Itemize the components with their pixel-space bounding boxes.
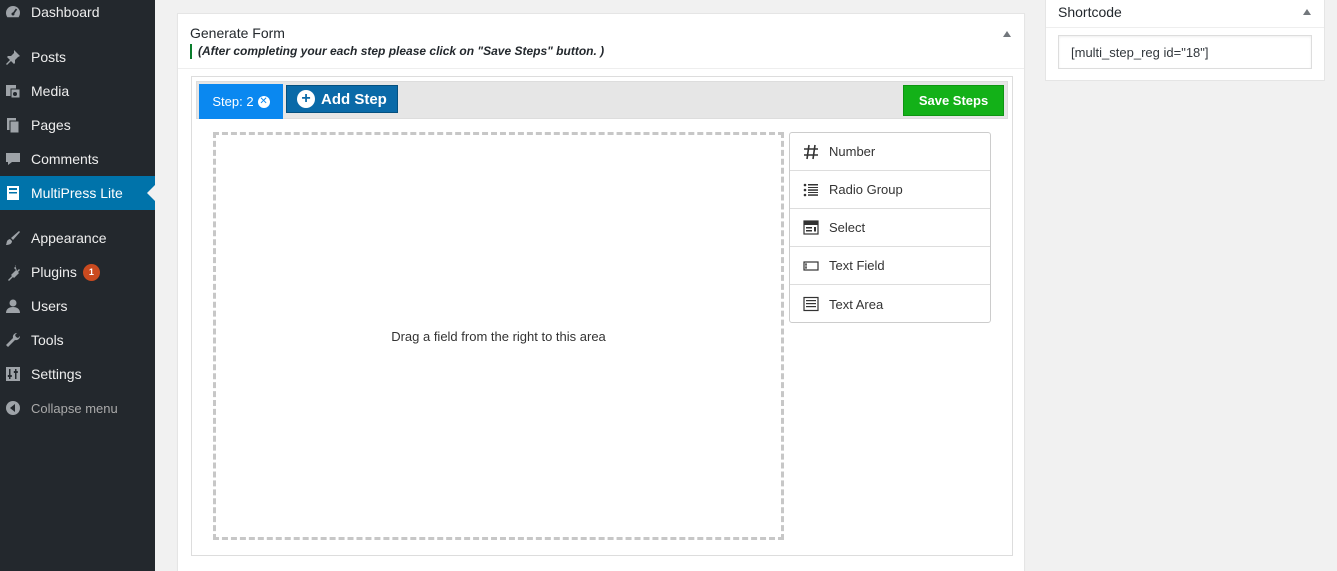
dashboard-icon — [4, 3, 22, 21]
comment-icon — [4, 150, 22, 168]
sidebar-item-label: Media — [31, 83, 70, 99]
plus-circle-icon: + — [297, 90, 315, 108]
wrench-icon — [4, 331, 22, 349]
select-icon — [802, 219, 820, 237]
sidebar-item-tools[interactable]: Tools — [0, 323, 155, 357]
step-tab-label: Step: 2 — [212, 94, 254, 109]
tab-step-2[interactable]: Step: 2 ✕ — [199, 84, 283, 119]
instruction-note: (After completing your each step please … — [190, 44, 604, 59]
divider — [178, 68, 1024, 69]
sidebar-item-media[interactable]: Media — [0, 74, 155, 108]
collapse-toggle-icon[interactable] — [1003, 31, 1011, 37]
sidebar-item-comments[interactable]: Comments — [0, 142, 155, 176]
form-builder: Step: 2 ✕ + Add Step Save Steps Drag a f… — [191, 76, 1013, 556]
field-label: Radio Group — [829, 182, 903, 197]
shortcode-title: Shortcode — [1058, 4, 1122, 20]
step-tabbar: Step: 2 ✕ + Add Step Save Steps — [196, 81, 1008, 119]
sidebar-item-posts[interactable]: Posts — [0, 40, 155, 74]
sidebar-item-label: Collapse menu — [31, 400, 118, 416]
collapse-toggle-icon[interactable] — [1303, 9, 1311, 15]
field-label: Select — [829, 220, 866, 235]
sidebar-item-multipress-lite[interactable]: MultiPress Lite — [0, 176, 155, 210]
field-label: Text Area — [829, 296, 884, 312]
shortcode-field[interactable] — [1058, 35, 1312, 69]
sidebar-item-label: Dashboard — [31, 4, 100, 20]
pages-icon — [4, 116, 22, 134]
sliders-icon — [4, 365, 22, 383]
sidebar-item-pages[interactable]: Pages — [0, 108, 155, 142]
collapse-icon — [4, 399, 22, 417]
save-steps-button[interactable]: Save Steps — [903, 85, 1004, 116]
sidebar-item-label: MultiPress Lite — [31, 185, 123, 201]
field-palette: Number Radio Group Select Text Field Tex… — [789, 132, 991, 323]
field-label: Text Field — [829, 258, 885, 273]
sidebar-item-label: Comments — [31, 151, 99, 167]
field-item-number[interactable]: Number — [790, 133, 990, 171]
sidebar-item-label: Users — [31, 298, 68, 314]
sidebar-item-appearance[interactable]: Appearance — [0, 221, 155, 255]
sidebar-item-label: Tools — [31, 332, 64, 348]
sidebar-item-label: Posts — [31, 49, 67, 65]
field-item-text-field[interactable]: Text Field — [790, 247, 990, 285]
sidebar-item-label: Settings — [31, 366, 82, 382]
user-icon — [4, 297, 22, 315]
brush-icon — [4, 229, 22, 247]
radio-group-icon — [802, 181, 820, 199]
divider — [1046, 27, 1324, 28]
shortcode-box: Shortcode — [1045, 0, 1325, 81]
plugin-icon — [4, 263, 22, 281]
sidebar-item-users[interactable]: Users — [0, 289, 155, 323]
box-title: Generate Form — [190, 25, 285, 41]
plugins-update-badge: 1 — [82, 263, 100, 281]
sidebar-item-settings[interactable]: Settings — [0, 357, 155, 391]
sidebar-item-label: Plugins — [31, 264, 77, 280]
field-item-text-area[interactable]: Text Area — [790, 285, 990, 323]
generate-form-box: Generate Form (After completing your eac… — [177, 13, 1025, 571]
remove-step-icon[interactable]: ✕ — [257, 95, 270, 108]
field-item-select[interactable]: Select — [790, 209, 990, 247]
text-field-icon — [802, 257, 820, 275]
sidebar-item-dashboard[interactable]: Dashboard — [0, 0, 155, 29]
add-step-label: Add Step — [321, 90, 387, 108]
media-icon — [4, 82, 22, 100]
book-icon — [4, 184, 22, 202]
admin-sidebar: Dashboard Posts Media Pages Comments Mul… — [0, 0, 155, 571]
collapse-menu-button[interactable]: Collapse menu — [0, 391, 155, 425]
field-item-radio-group[interactable]: Radio Group — [790, 171, 990, 209]
sidebar-item-label: Appearance — [31, 230, 107, 246]
field-label: Number — [829, 144, 876, 159]
pin-icon — [4, 48, 22, 66]
sidebar-item-label: Pages — [31, 117, 71, 133]
sidebar-item-plugins[interactable]: Plugins 1 — [0, 255, 155, 289]
text-area-icon — [802, 295, 820, 313]
field-drop-area[interactable]: Drag a field from the right to this area — [213, 132, 784, 540]
dropzone-text: Drag a field from the right to this area — [391, 328, 606, 344]
hash-icon — [802, 143, 820, 161]
add-step-button[interactable]: + Add Step — [286, 85, 398, 113]
